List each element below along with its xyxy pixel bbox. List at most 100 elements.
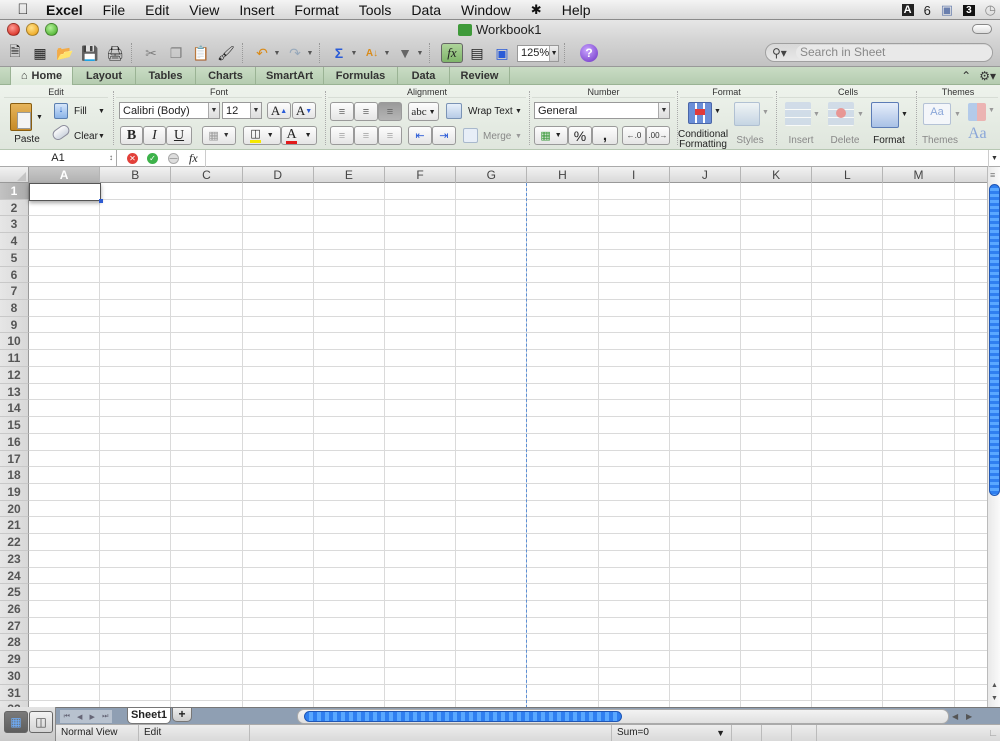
vertical-scrollbar[interactable]: ≡ ▲ ▼ [987, 167, 1000, 707]
row-header-16[interactable]: 16 [0, 433, 29, 451]
font-name-select[interactable]: Calibri (Body) ▼ [119, 102, 220, 119]
insert-label[interactable]: Insert [783, 136, 819, 146]
column-header-h[interactable]: H [527, 167, 599, 183]
menu-window[interactable]: Window [461, 2, 511, 18]
menu-format[interactable]: Format [294, 2, 338, 18]
templates-icon[interactable]: ▦ [29, 43, 51, 63]
styles-label[interactable]: Styles [732, 136, 768, 146]
column-header-j[interactable]: J [670, 167, 741, 183]
theme-colors-dropdown-icon[interactable]: ▼ [988, 107, 995, 114]
grow-font-button[interactable]: A ▲ [267, 102, 291, 119]
split-handle-icon[interactable]: ≡ [990, 170, 995, 180]
formula-input[interactable] [205, 150, 987, 167]
scroll-right-arrow-icon[interactable]: ▶ [966, 712, 972, 721]
copy-icon[interactable]: ❐ [165, 43, 187, 63]
redo-icon[interactable]: ↷ [284, 43, 306, 63]
adobe-icon[interactable]: A [901, 4, 914, 16]
font-size-dropdown-icon[interactable]: ▼ [250, 103, 261, 118]
align-top-button[interactable]: ≡ [330, 102, 354, 121]
styles-icon[interactable] [734, 102, 760, 126]
filter-dropdown-icon[interactable]: ▼ [416, 43, 424, 63]
insert-cells-icon[interactable] [785, 102, 811, 126]
orientation-button[interactable]: abc ▼ [408, 102, 439, 121]
prev-sheet-icon[interactable]: ◀ [77, 713, 82, 721]
row-header-25[interactable]: 25 [0, 584, 29, 601]
merge-icon[interactable] [463, 128, 478, 143]
row-header-20[interactable]: 20 [0, 500, 29, 518]
format-dropdown-icon[interactable]: ▼ [901, 111, 908, 118]
clear-dropdown-icon[interactable]: ▼ [98, 133, 105, 140]
font-color-button[interactable]: A ▼ [281, 126, 317, 145]
row-header-15[interactable]: 15 [0, 417, 29, 434]
row-header-8[interactable]: 8 [0, 300, 29, 317]
row-header-28[interactable]: 28 [0, 634, 29, 652]
column-header-e[interactable]: E [314, 167, 385, 183]
row-header-30[interactable]: 30 [0, 667, 29, 685]
format-cells-icon[interactable] [871, 102, 899, 128]
row-header-24[interactable]: 24 [0, 567, 29, 585]
cut-icon[interactable]: ✂ [140, 43, 162, 63]
redo-dropdown-icon[interactable]: ▼ [306, 43, 314, 63]
function-paren-icon[interactable]: — [168, 153, 179, 164]
wrap-text-button[interactable]: Wrap Text [468, 106, 513, 117]
insert-dropdown-icon[interactable]: ▼ [813, 111, 820, 118]
percent-button[interactable]: % [568, 126, 592, 145]
paste-clipboard-icon[interactable] [10, 103, 32, 131]
search-icon[interactable]: ⚲▾ [766, 46, 796, 60]
row-header-9[interactable]: 9 [0, 316, 29, 334]
zoom-select[interactable]: 125% ▼ [517, 44, 559, 62]
horizontal-scrollbar[interactable]: ◀ ▶ [297, 709, 972, 724]
align-right-button[interactable]: ≡ [378, 126, 402, 145]
themes-icon[interactable]: Aa [923, 103, 951, 125]
menu-data[interactable]: Data [411, 2, 441, 18]
time-machine-icon[interactable]: ◷ [985, 2, 996, 18]
delete-cells-icon[interactable] [828, 102, 854, 126]
close-window-button[interactable] [7, 23, 20, 36]
row-header-6[interactable]: 6 [0, 266, 29, 284]
row-header-10[interactable]: 10 [0, 333, 29, 351]
search-sheet-field[interactable]: ⚲▾ Search in Sheet [765, 43, 993, 62]
delete-label[interactable]: Delete [827, 136, 863, 146]
decrease-decimal-button[interactable]: .00→ [646, 126, 670, 145]
bold-button[interactable]: B [120, 126, 143, 145]
menu-script-icon[interactable]: ✱ [531, 2, 542, 18]
fill-dropdown-icon[interactable]: ▼ [98, 108, 105, 115]
row-header-22[interactable]: 22 [0, 534, 29, 551]
format-label[interactable]: Format [869, 136, 909, 146]
row-header-1[interactable]: 1 [0, 183, 29, 200]
align-left-button[interactable]: ≡ [330, 126, 354, 145]
scroll-left-arrow-icon[interactable]: ◀ [952, 712, 958, 721]
undo-dropdown-icon[interactable]: ▼ [273, 43, 281, 63]
themes-dropdown-icon[interactable]: ▼ [954, 111, 961, 118]
cancel-formula-icon[interactable]: ✕ [127, 153, 138, 164]
active-cell-A1[interactable] [29, 183, 103, 203]
status-sum[interactable]: Sum=0 ▼ [612, 725, 732, 741]
new-workbook-icon[interactable]: 🗎 [4, 43, 26, 63]
row-header-23[interactable]: 23 [0, 550, 29, 568]
collapse-ribbon-icon[interactable]: ⌃ [961, 69, 971, 83]
styles-dropdown-icon[interactable]: ▼ [762, 109, 769, 116]
column-header-c[interactable]: C [171, 167, 243, 183]
menu-view[interactable]: View [189, 2, 219, 18]
font-size-select[interactable]: 12 ▼ [222, 102, 262, 119]
sort-icon[interactable]: A↓ [361, 43, 383, 63]
clear-eraser-icon[interactable] [50, 122, 72, 143]
italic-button[interactable]: I [143, 126, 166, 145]
align-bottom-button[interactable]: ≡ [378, 102, 402, 121]
menu-edit[interactable]: Edit [145, 2, 169, 18]
sum-dropdown-icon[interactable]: ▼ [716, 725, 725, 741]
decrease-indent-button[interactable]: ⇤ [408, 126, 432, 145]
resize-grip-icon[interactable]: ∟ [988, 728, 998, 739]
conditional-formatting-icon[interactable] [688, 102, 712, 124]
tab-tables[interactable]: Tables [136, 67, 196, 85]
sort-dropdown-icon[interactable]: ▼ [383, 43, 391, 63]
vertical-scroll-thumb[interactable] [989, 184, 1000, 496]
column-header-b[interactable]: B [100, 167, 172, 183]
row-header-21[interactable]: 21 [0, 517, 29, 535]
fill-icon[interactable]: ↓ [54, 103, 68, 119]
zoom-dropdown-icon[interactable]: ▼ [549, 45, 558, 61]
row-header-17[interactable]: 17 [0, 450, 29, 468]
screen-sharing-icon[interactable]: ▣ [941, 2, 953, 18]
themes-label[interactable]: Themes [920, 136, 960, 146]
row-header-13[interactable]: 13 [0, 383, 29, 401]
